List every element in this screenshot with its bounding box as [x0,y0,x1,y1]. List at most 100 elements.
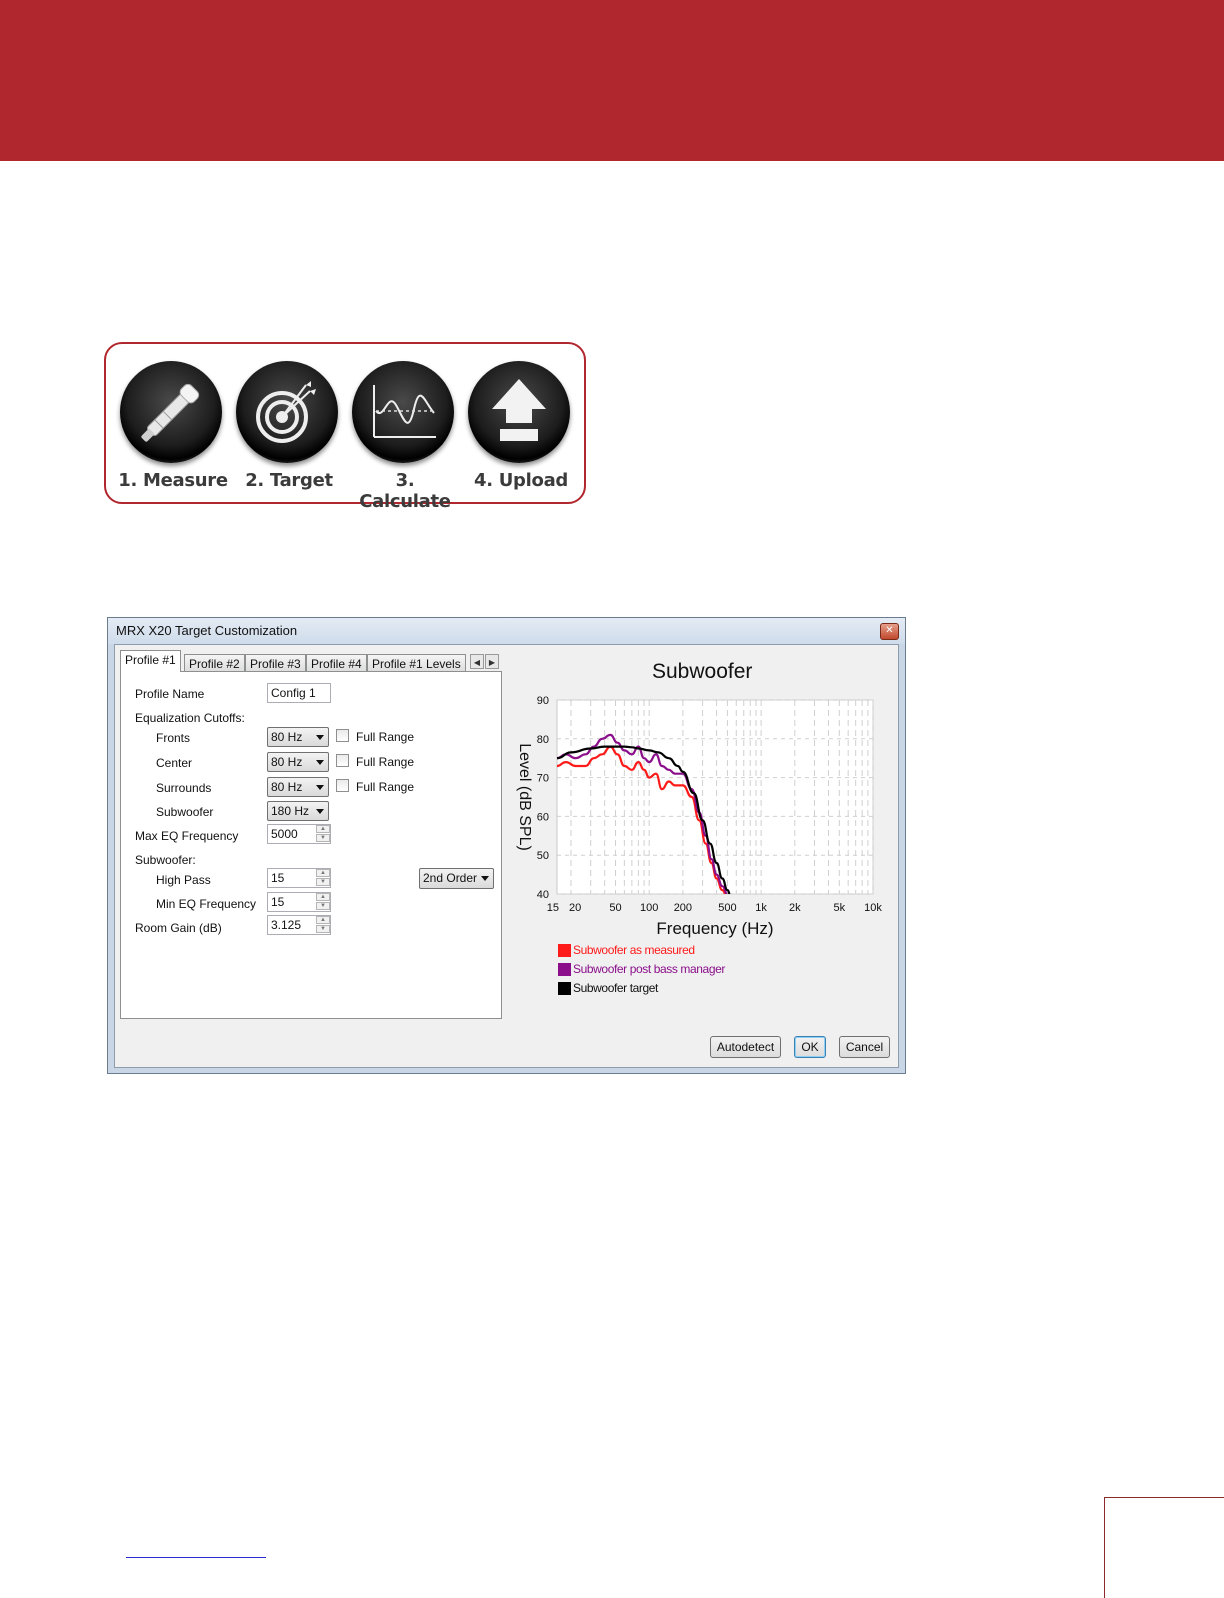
subwoofer-cutoff-value: 180 Hz [271,804,310,818]
tab-scroll-right-icon[interactable]: ▶ [485,654,499,669]
autodetect-button[interactable]: Autodetect [710,1036,781,1058]
x-axis-label: Frequency (Hz) [656,919,773,938]
chevron-down-icon [316,785,324,790]
microphone-icon [120,361,222,463]
legend-label: Subwoofer as measured [573,943,695,957]
spin-up-icon[interactable]: ▲ [316,916,330,924]
dialog-title: MRX X20 Target Customization [116,623,298,638]
y-tick-label: 50 [537,850,549,862]
title-bar[interactable]: MRX X20 Target Customization ✕ [108,618,905,644]
max-eq-stepper[interactable]: 5000 ▲ ▼ [267,824,331,844]
tab-scroll-left-icon[interactable]: ◀ [470,654,484,669]
room-gain-stepper[interactable]: 3.125 ▲ ▼ [267,915,331,935]
subwoofer-section-label: Subwoofer: [135,853,196,867]
x-tick-label: 200 [674,902,692,914]
min-eq-stepper[interactable]: 15 ▲ ▼ [267,892,331,912]
chevron-down-icon [316,735,324,740]
curve-graph-icon [352,361,454,463]
surrounds-label: Surrounds [156,781,212,795]
subwoofer-cutoff-label: Subwoofer [156,805,214,819]
step-label: 2. Target [245,470,333,491]
legend-swatch [558,944,571,957]
footer-link-underline[interactable] [126,1557,266,1558]
fronts-cutoff-select[interactable]: 80 Hz [267,727,329,747]
x-tick-label: 2k [789,902,801,914]
full-range-label: Full Range [356,755,415,769]
page-number-box [1104,1497,1224,1598]
y-tick-label: 40 [537,889,549,901]
step-measure[interactable]: 1. Measure [117,358,229,498]
step-upload[interactable]: 4. Upload [465,358,577,498]
spin-down-icon[interactable]: ▼ [316,902,330,910]
room-gain-label: Room Gain (dB) [135,921,222,935]
step-target[interactable]: 2. Target [233,358,345,498]
filter-order-value: 2nd Order [423,871,478,885]
tab-profile-4[interactable]: Profile #4 [306,654,367,672]
ok-button[interactable]: OK [794,1036,826,1058]
tab-profile-1[interactable]: Profile #1 [120,650,181,672]
y-axis-label: Level (dB SPL) [516,743,533,851]
full-range-label: Full Range [356,730,415,744]
high-pass-label: High Pass [156,873,211,887]
surrounds-cutoff-select[interactable]: 80 Hz [267,777,329,797]
x-tick-label: 10k [864,902,882,914]
surrounds-full-range-checkbox[interactable] [336,779,349,792]
spin-up-icon[interactable]: ▲ [316,825,330,833]
step-label: 4. Upload [474,470,568,491]
y-tick-label: 70 [537,773,549,785]
fronts-label: Fronts [156,731,191,745]
full-range-label: Full Range [356,780,415,794]
tab-profile-1-levels[interactable]: Profile #1 Levels [367,654,466,672]
profile-tab-panel: Profile Name Config 1 Equalization Cutof… [120,671,502,1019]
tab-profile-2[interactable]: Profile #2 [184,654,245,672]
chart-title: Subwoofer [652,660,753,683]
step-label: 3. Calculate [359,470,451,512]
chevron-down-icon [316,809,324,814]
close-icon: ✕ [885,625,894,636]
center-cutoff-select[interactable]: 80 Hz [267,752,329,772]
spin-up-icon[interactable]: ▲ [316,869,330,877]
center-label: Center [156,756,193,770]
spin-down-icon[interactable]: ▼ [316,925,330,933]
spin-down-icon[interactable]: ▼ [316,834,330,842]
min-eq-label: Min EQ Frequency [156,897,257,911]
x-tick-label: 20 [569,902,581,914]
y-tick-label: 90 [537,695,549,707]
close-button[interactable]: ✕ [880,623,899,640]
step-calculate[interactable]: 3. Calculate [349,358,461,512]
workflow-steps-panel: 1. Measure 2. Target 3. Calculate 4. Upl… [104,342,586,512]
fronts-full-range-checkbox[interactable] [336,729,349,742]
spin-up-icon[interactable]: ▲ [316,893,330,901]
center-cutoff-value: 80 Hz [271,755,303,769]
x-tick-label: 15 [547,902,559,914]
frequency-response-chart: 40 50 60 70 80 90 15 20 50 100 200 500 1k 2k 5k 10k Freq… [516,695,882,938]
high-pass-stepper[interactable]: 15 ▲ ▼ [267,868,331,888]
chevron-down-icon [481,876,489,881]
tab-profile-3[interactable]: Profile #3 [245,654,306,672]
profile-name-input[interactable]: Config 1 [267,683,331,703]
chevron-down-icon [316,760,324,765]
x-tick-label: 50 [609,902,621,914]
max-eq-label: Max EQ Frequency [135,829,239,843]
x-tick-label: 100 [640,902,658,914]
filter-order-select[interactable]: 2nd Order [419,868,494,889]
step-label: 1. Measure [118,470,228,491]
center-full-range-checkbox[interactable] [336,754,349,767]
spin-down-icon[interactable]: ▼ [316,878,330,886]
subwoofer-cutoff-select[interactable]: 180 Hz [267,801,329,821]
y-tick-label: 60 [537,811,549,823]
legend-swatch [558,963,571,976]
header-band [0,0,1224,161]
legend-label: Subwoofer target [573,981,658,995]
x-tick-label: 1k [755,902,767,914]
eq-cutoffs-label: Equalization Cutoffs: [135,711,245,725]
target-customization-dialog: MRX X20 Target Customization ✕ Profile #… [107,617,906,1074]
cancel-button[interactable]: Cancel [839,1036,890,1058]
surrounds-cutoff-value: 80 Hz [271,780,303,794]
fronts-cutoff-value: 80 Hz [271,730,303,744]
x-tick-label: 5k [834,902,846,914]
upload-arrow-icon [468,361,570,463]
y-tick-label: 80 [537,734,549,746]
x-tick-label: 500 [718,902,736,914]
target-icon [236,361,338,463]
